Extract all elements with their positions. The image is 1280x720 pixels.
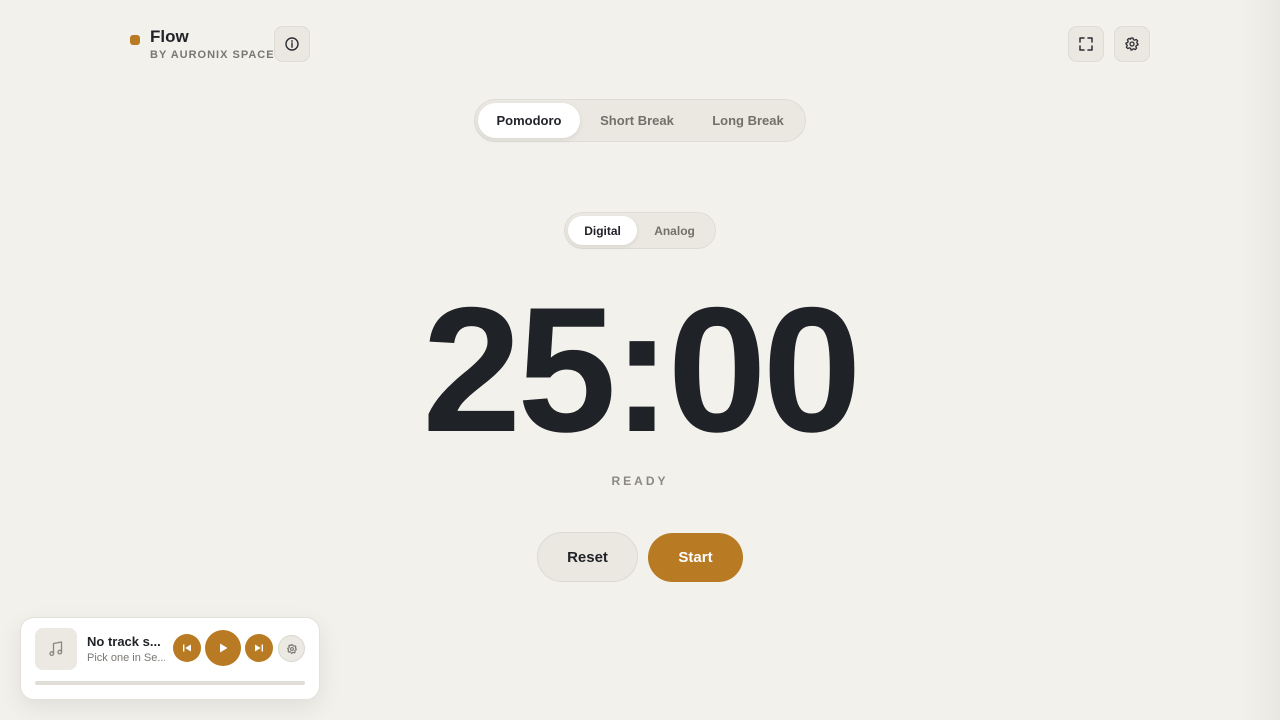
edge-shade [1240,0,1280,720]
previous-button[interactable] [173,634,201,662]
skip-previous-icon [183,644,191,652]
tab-long-break[interactable]: Long Break [694,103,802,138]
album-art [35,628,77,670]
info-icon [285,37,299,51]
app-title: Flow [150,27,189,46]
track-title: No track s... [87,634,161,649]
reset-button[interactable]: Reset [537,532,638,582]
tab-digital[interactable]: Digital [568,216,638,245]
gear-icon [1125,37,1139,51]
track-subtitle: Pick one in Se... [87,652,165,664]
tab-analog[interactable]: Analog [637,216,712,245]
tab-short-break[interactable]: Short Break [580,103,694,138]
play-button[interactable] [205,630,241,666]
fullscreen-icon [1079,37,1093,51]
player-settings-button[interactable] [278,635,305,662]
tab-pomodoro[interactable]: Pomodoro [478,103,580,138]
settings-button[interactable] [1114,26,1150,62]
music-note-icon [49,641,63,657]
next-button[interactable] [245,634,273,662]
brand-dot [130,35,140,45]
timer-status: READY [611,474,669,488]
info-button[interactable] [274,26,310,62]
music-player: No track s... Pick one in Se... [20,617,320,700]
display-toggle: Digital Analog [564,212,716,249]
skip-next-icon [255,644,263,652]
fullscreen-button[interactable] [1068,26,1104,62]
track-progress-bar[interactable] [35,681,305,685]
start-button[interactable]: Start [648,533,743,582]
gear-icon [286,643,297,654]
app-subtitle: BY AURONIX SPACE [150,49,275,61]
mode-tabs: Pomodoro Short Break Long Break [474,99,806,142]
brand: Flow BY AURONIX SPACE [130,27,275,62]
play-icon [220,643,228,653]
timer-display: 25:00 [422,270,861,469]
